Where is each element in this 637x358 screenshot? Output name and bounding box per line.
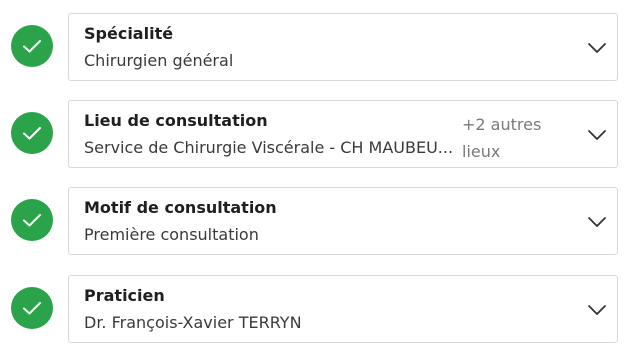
praticien-card[interactable]: Praticien Dr. François-Xavier TERRYN: [68, 275, 618, 343]
checkmark-icon: [11, 25, 53, 67]
checkmark-icon: [11, 199, 53, 241]
card-value: Chirurgien général: [84, 51, 234, 70]
card-title: Praticien: [84, 286, 165, 305]
card-value: Première consultation: [84, 225, 259, 244]
appointment-summary: Spécialité Chirurgien général Lieu de co…: [0, 0, 637, 358]
step-specialite: Spécialité Chirurgien général: [0, 12, 637, 82]
specialite-card[interactable]: Spécialité Chirurgien général: [68, 13, 618, 81]
other-locations-count: +2 autres: [462, 115, 542, 134]
chevron-down-icon[interactable]: [587, 300, 607, 320]
card-value: Service de Chirurgie Viscérale - CH MAUB…: [84, 138, 454, 157]
checkmark-icon: [11, 112, 53, 154]
other-locations-suffix: lieux: [462, 142, 501, 161]
card-value: Dr. François-Xavier TERRYN: [84, 313, 302, 332]
step-praticien: Praticien Dr. François-Xavier TERRYN: [0, 274, 637, 344]
chevron-down-icon[interactable]: [587, 125, 607, 145]
chevron-down-icon[interactable]: [587, 38, 607, 58]
checkmark-icon: [11, 287, 53, 329]
step-lieu-consultation: Lieu de consultation Service de Chirurgi…: [0, 99, 637, 169]
card-title: Motif de consultation: [84, 198, 277, 217]
motif-consultation-card[interactable]: Motif de consultation Première consultat…: [68, 187, 618, 255]
lieu-consultation-card[interactable]: Lieu de consultation Service de Chirurgi…: [68, 100, 618, 168]
chevron-down-icon[interactable]: [587, 212, 607, 232]
card-title: Spécialité: [84, 24, 174, 43]
card-title: Lieu de consultation: [84, 111, 268, 130]
step-motif-consultation: Motif de consultation Première consultat…: [0, 186, 637, 256]
other-locations-label: +2 autres lieux: [462, 111, 541, 165]
